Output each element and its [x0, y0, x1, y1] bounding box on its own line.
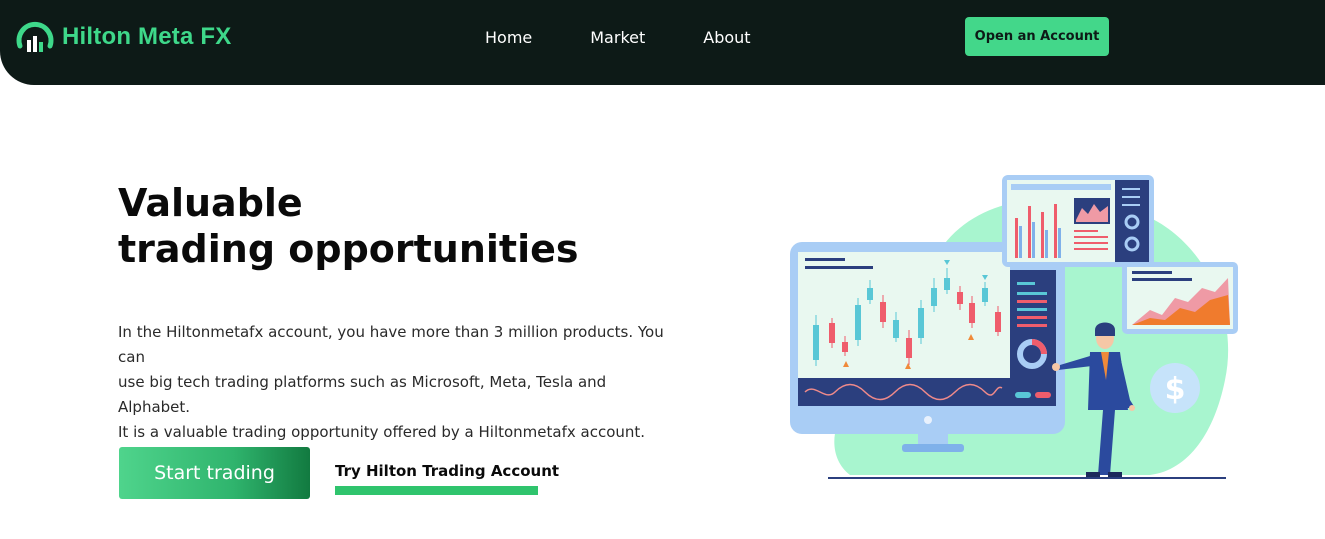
analytics-card [1002, 175, 1154, 267]
nav-home[interactable]: Home [485, 28, 532, 47]
top-navbar: Hilton Meta FX Home Market About Open an… [0, 0, 1325, 85]
logo-icon [16, 22, 54, 52]
svg-text:$: $ [1165, 372, 1186, 407]
monitor [790, 242, 1065, 452]
hero-title-line-1: Valuable [118, 181, 303, 225]
hero-description-line-3: It is a valuable trading opportunity off… [118, 423, 646, 441]
main-nav: Home Market About [485, 28, 809, 47]
try-account-link[interactable]: Try Hilton Trading Account [335, 462, 559, 480]
start-trading-button[interactable]: Start trading [119, 447, 310, 499]
dollar-icon: $ [1150, 363, 1200, 413]
brand-logo[interactable]: Hilton Meta FX [14, 16, 231, 58]
open-account-button[interactable]: Open an Account [965, 17, 1109, 56]
trading-illustration: $ [790, 175, 1238, 479]
hero-title: Valuable trading opportunities [118, 180, 579, 272]
hero-description: In the Hiltonmetafx account, you have mo… [118, 320, 678, 445]
hero-description-line-1: In the Hiltonmetafx account, you have mo… [118, 323, 664, 366]
brand-name: Hilton Meta FX [62, 23, 232, 50]
nav-about[interactable]: About [703, 28, 750, 47]
hero-title-line-2: trading opportunities [118, 227, 579, 271]
nav-market[interactable]: Market [590, 28, 645, 47]
hero-description-line-2: use big tech trading platforms such as M… [118, 373, 607, 416]
try-link-underline [335, 486, 538, 495]
area-chart-card [1122, 262, 1238, 334]
